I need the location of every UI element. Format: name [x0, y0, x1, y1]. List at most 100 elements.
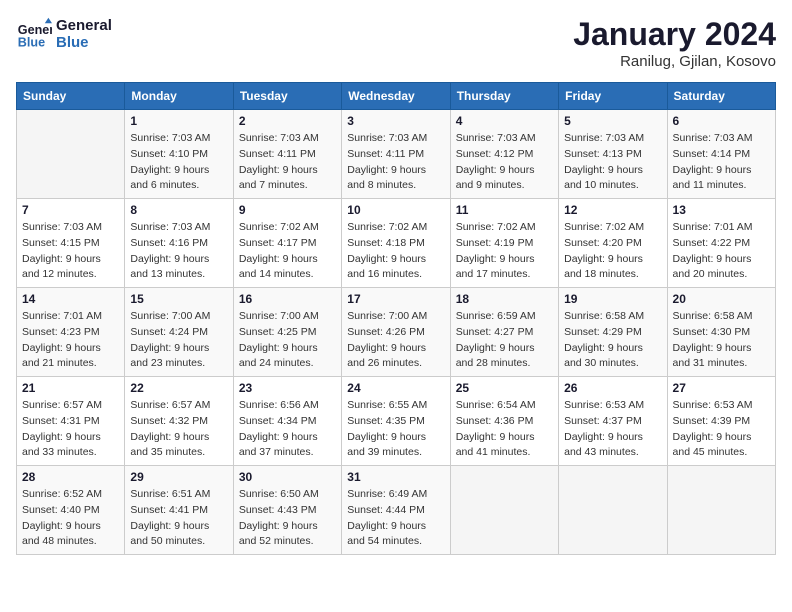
- calendar-week-row: 14 Sunrise: 7:01 AMSunset: 4:23 PMDayligh…: [17, 288, 776, 377]
- calendar-cell: [667, 466, 775, 555]
- day-number: 4: [456, 114, 553, 128]
- calendar-cell: 25Sunrise: 6:54 AMSunset: 4:36 PMDayligh…: [450, 377, 558, 466]
- calendar-cell: 20 Sunrise: 6:58 AMSunset: 4:30 PMDayligh…: [667, 288, 775, 377]
- day-info: Sunrise: 7:03 AMSunset: 4:11 PMDaylight:…: [347, 131, 444, 194]
- calendar-cell: 19 Sunrise: 6:58 AMSunset: 4:29 PMDayligh…: [559, 288, 667, 377]
- page-header: General Blue General Blue January 2024 R…: [16, 16, 776, 70]
- day-number: 19: [564, 292, 661, 306]
- day-number: 24: [347, 381, 444, 395]
- calendar-cell: 31Sunrise: 6:49 AMSunset: 4:44 PMDayligh…: [342, 466, 450, 555]
- calendar-cell: 26 Sunrise: 6:53 AMSunset: 4:37 PMDayligh…: [559, 377, 667, 466]
- day-info: Sunrise: 6:50 AMSunset: 4:43 PMDaylight:…: [239, 487, 336, 550]
- calendar-cell: 7 Sunrise: 7:03 AMSunset: 4:15 PMDaylight…: [17, 199, 125, 288]
- day-info: Sunrise: 6:58 AMSunset: 4:29 PMDaylight:…: [564, 309, 661, 372]
- calendar-cell: 22Sunrise: 6:57 AMSunset: 4:32 PMDayligh…: [125, 377, 233, 466]
- day-info: Sunrise: 7:03 AMSunset: 4:10 PMDaylight:…: [130, 131, 227, 194]
- calendar-header: SundayMondayTuesdayWednesdayThursdayFrid…: [17, 83, 776, 110]
- calendar-body: 1 Sunrise: 7:03 AMSunset: 4:10 PMDaylight…: [17, 110, 776, 555]
- logo-line1: General: [56, 17, 112, 34]
- day-info: Sunrise: 6:57 AMSunset: 4:31 PMDaylight:…: [22, 398, 119, 461]
- day-number: 11: [456, 203, 553, 217]
- calendar-week-row: 21 Sunrise: 6:57 AMSunset: 4:31 PMDayligh…: [17, 377, 776, 466]
- day-info: Sunrise: 6:53 AMSunset: 4:37 PMDaylight:…: [564, 398, 661, 461]
- day-number: 7: [22, 203, 119, 217]
- calendar-cell: 30 Sunrise: 6:50 AMSunset: 4:43 PMDayligh…: [233, 466, 341, 555]
- weekday-header: Wednesday: [342, 83, 450, 110]
- day-info: Sunrise: 7:01 AMSunset: 4:22 PMDaylight:…: [673, 220, 770, 283]
- calendar-cell: 3 Sunrise: 7:03 AMSunset: 4:11 PMDaylight…: [342, 110, 450, 199]
- day-number: 18: [456, 292, 553, 306]
- day-info: Sunrise: 6:54 AMSunset: 4:36 PMDaylight:…: [456, 398, 553, 461]
- title-block: January 2024 Ranilug, Gjilan, Kosovo: [573, 16, 776, 70]
- calendar-cell: 6 Sunrise: 7:03 AMSunset: 4:14 PMDaylight…: [667, 110, 775, 199]
- day-number: 29: [130, 470, 227, 484]
- day-number: 1: [130, 114, 227, 128]
- day-number: 14: [22, 292, 119, 306]
- day-info: Sunrise: 7:03 AMSunset: 4:14 PMDaylight:…: [673, 131, 770, 194]
- day-info: Sunrise: 6:52 AMSunset: 4:40 PMDaylight:…: [22, 487, 119, 550]
- calendar-cell: 1 Sunrise: 7:03 AMSunset: 4:10 PMDaylight…: [125, 110, 233, 199]
- calendar-cell: [450, 466, 558, 555]
- calendar-cell: 15Sunrise: 7:00 AMSunset: 4:24 PMDayligh…: [125, 288, 233, 377]
- calendar-table: SundayMondayTuesdayWednesdayThursdayFrid…: [16, 82, 776, 555]
- weekday-header: Monday: [125, 83, 233, 110]
- calendar-cell: 14 Sunrise: 7:01 AMSunset: 4:23 PMDayligh…: [17, 288, 125, 377]
- calendar-cell: 8 Sunrise: 7:03 AMSunset: 4:16 PMDaylight…: [125, 199, 233, 288]
- day-number: 20: [673, 292, 770, 306]
- calendar-cell: 27Sunrise: 6:53 AMSunset: 4:39 PMDayligh…: [667, 377, 775, 466]
- day-info: Sunrise: 7:01 AMSunset: 4:23 PMDaylight:…: [22, 309, 119, 372]
- day-number: 27: [673, 381, 770, 395]
- day-number: 13: [673, 203, 770, 217]
- logo-icon: General Blue: [16, 16, 52, 52]
- day-number: 16: [239, 292, 336, 306]
- logo: General Blue General Blue: [16, 16, 112, 52]
- day-info: Sunrise: 7:02 AMSunset: 4:19 PMDaylight:…: [456, 220, 553, 283]
- day-info: Sunrise: 7:03 AMSunset: 4:15 PMDaylight:…: [22, 220, 119, 283]
- calendar-cell: [17, 110, 125, 199]
- day-number: 26: [564, 381, 661, 395]
- calendar-cell: 21 Sunrise: 6:57 AMSunset: 4:31 PMDayligh…: [17, 377, 125, 466]
- day-info: Sunrise: 7:02 AMSunset: 4:17 PMDaylight:…: [239, 220, 336, 283]
- day-info: Sunrise: 6:55 AMSunset: 4:35 PMDaylight:…: [347, 398, 444, 461]
- day-number: 31: [347, 470, 444, 484]
- logo-line2: Blue: [56, 34, 112, 51]
- calendar-cell: 29 Sunrise: 6:51 AMSunset: 4:41 PMDayligh…: [125, 466, 233, 555]
- calendar-cell: 9Sunrise: 7:02 AMSunset: 4:17 PMDaylight…: [233, 199, 341, 288]
- day-info: Sunrise: 7:00 AMSunset: 4:24 PMDaylight:…: [130, 309, 227, 372]
- day-number: 6: [673, 114, 770, 128]
- calendar-cell: 4Sunrise: 7:03 AMSunset: 4:12 PMDaylight…: [450, 110, 558, 199]
- calendar-subtitle: Ranilug, Gjilan, Kosovo: [573, 53, 776, 70]
- calendar-cell: 12Sunrise: 7:02 AMSunset: 4:20 PMDayligh…: [559, 199, 667, 288]
- day-info: Sunrise: 7:03 AMSunset: 4:16 PMDaylight:…: [130, 220, 227, 283]
- calendar-cell: 5 Sunrise: 7:03 AMSunset: 4:13 PMDaylight…: [559, 110, 667, 199]
- day-number: 10: [347, 203, 444, 217]
- day-number: 5: [564, 114, 661, 128]
- day-number: 8: [130, 203, 227, 217]
- calendar-cell: 2 Sunrise: 7:03 AMSunset: 4:11 PMDaylight…: [233, 110, 341, 199]
- day-info: Sunrise: 6:58 AMSunset: 4:30 PMDaylight:…: [673, 309, 770, 372]
- day-number: 23: [239, 381, 336, 395]
- day-number: 22: [130, 381, 227, 395]
- day-info: Sunrise: 7:00 AMSunset: 4:26 PMDaylight:…: [347, 309, 444, 372]
- day-info: Sunrise: 6:51 AMSunset: 4:41 PMDaylight:…: [130, 487, 227, 550]
- calendar-cell: [559, 466, 667, 555]
- weekday-header: Thursday: [450, 83, 558, 110]
- day-number: 28: [22, 470, 119, 484]
- calendar-cell: 11 Sunrise: 7:02 AMSunset: 4:19 PMDayligh…: [450, 199, 558, 288]
- day-number: 3: [347, 114, 444, 128]
- day-info: Sunrise: 6:56 AMSunset: 4:34 PMDaylight:…: [239, 398, 336, 461]
- calendar-week-row: 28 Sunrise: 6:52 AMSunset: 4:40 PMDayligh…: [17, 466, 776, 555]
- day-info: Sunrise: 7:03 AMSunset: 4:13 PMDaylight:…: [564, 131, 661, 194]
- day-number: 21: [22, 381, 119, 395]
- svg-text:Blue: Blue: [18, 36, 45, 50]
- day-number: 2: [239, 114, 336, 128]
- day-info: Sunrise: 7:02 AMSunset: 4:18 PMDaylight:…: [347, 220, 444, 283]
- calendar-cell: 17 Sunrise: 7:00 AMSunset: 4:26 PMDayligh…: [342, 288, 450, 377]
- day-number: 30: [239, 470, 336, 484]
- calendar-cell: 23 Sunrise: 6:56 AMSunset: 4:34 PMDayligh…: [233, 377, 341, 466]
- weekday-header: Tuesday: [233, 83, 341, 110]
- day-info: Sunrise: 7:03 AMSunset: 4:11 PMDaylight:…: [239, 131, 336, 194]
- day-number: 17: [347, 292, 444, 306]
- calendar-cell: 18Sunrise: 6:59 AMSunset: 4:27 PMDayligh…: [450, 288, 558, 377]
- weekday-header: Sunday: [17, 83, 125, 110]
